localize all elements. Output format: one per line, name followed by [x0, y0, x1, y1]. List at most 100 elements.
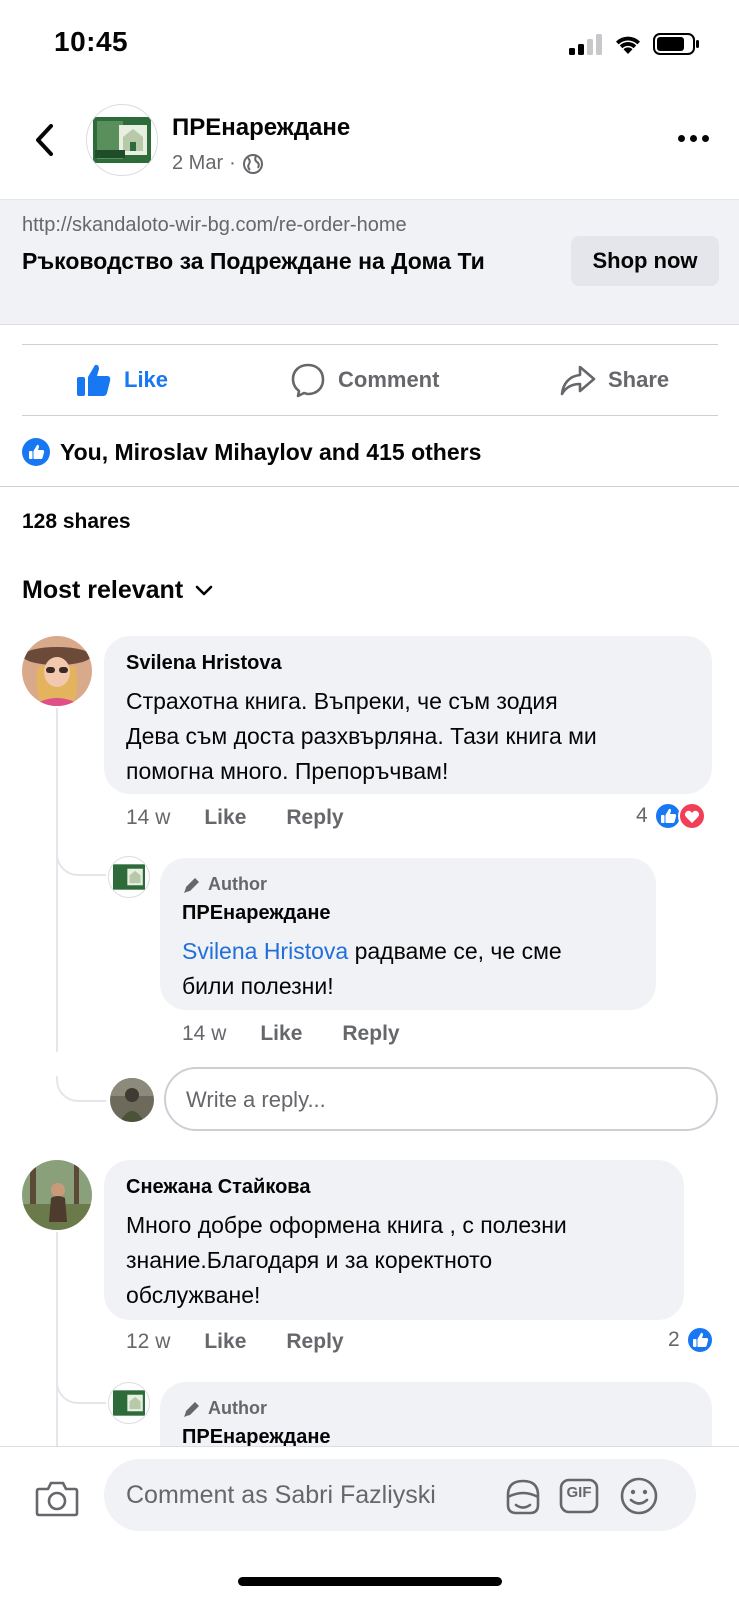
reply-input[interactable]: Write a reply... [164, 1067, 718, 1131]
comment-composer-bar: Comment as Sabri Fazliyski GIF [0, 1446, 739, 1600]
current-user-avatar [110, 1078, 154, 1122]
post-date[interactable]: 2 Mar [172, 152, 223, 175]
author-avatar[interactable] [108, 856, 150, 898]
reply-text-line: Svilena Hristova радваме се, че сме [182, 934, 562, 969]
reply-like-link[interactable]: Like [260, 1022, 302, 1046]
emoji-button[interactable] [616, 1473, 662, 1519]
comment-meta: 12 w Like Reply [126, 1330, 384, 1354]
comment-meta: 14 w Like Reply [126, 806, 384, 830]
reply-time[interactable]: 14 w [182, 1022, 226, 1046]
reply-text-rest: радваме се, че сме [348, 938, 562, 964]
comment-reply-link[interactable]: Reply [286, 1330, 343, 1354]
link-url: http://skandaloto-wir-bg.com/re-order-ho… [22, 214, 407, 236]
reply-reply-link[interactable]: Reply [342, 1022, 399, 1046]
back-button[interactable] [28, 120, 60, 160]
commenter-name[interactable]: Снежана Стайкова [126, 1176, 310, 1199]
share-arrow-icon [560, 365, 596, 396]
post-action-bar: Like Comment Share [22, 344, 718, 416]
user-photo-icon [22, 636, 92, 706]
author-avatar[interactable] [108, 1382, 150, 1424]
avatar-sticker-button[interactable] [500, 1473, 546, 1519]
comment-time[interactable]: 14 w [126, 806, 170, 830]
share-label: Share [608, 367, 670, 392]
comment-text-line: Много добре оформена книга , с полезни [126, 1212, 567, 1238]
chevron-down-icon [195, 585, 213, 595]
reply-connector [56, 1076, 106, 1102]
comment-like-link[interactable]: Like [204, 1330, 246, 1354]
battery-icon [653, 33, 699, 55]
reply-connector [56, 850, 106, 876]
comment-input[interactable]: Comment as Sabri Fazliyski GIF [104, 1459, 696, 1531]
status-icons [569, 32, 701, 56]
comment-text-line: помогна много. Препоръчвам! [126, 758, 449, 784]
chevron-left-icon [36, 124, 53, 156]
share-button[interactable]: Share [560, 345, 669, 415]
page-logo-icon [93, 117, 151, 163]
user-photo-icon [22, 1160, 92, 1230]
reply-meta: 14 w Like Reply [182, 1022, 440, 1046]
camera-button[interactable] [34, 1475, 80, 1521]
globe-icon [242, 153, 263, 174]
comment-reactions[interactable]: 2 [668, 1326, 714, 1354]
comment-placeholder: Comment as Sabri Fazliyski [126, 1481, 436, 1509]
pencil-icon [184, 1401, 199, 1417]
comment-text: Много добре оформена книга , с полезни з… [126, 1208, 567, 1313]
reaction-count: 4 [636, 804, 648, 827]
shares-count[interactable]: 128 shares [22, 510, 131, 534]
link-title: Ръководство за Подреждане на Дома Ти [22, 248, 485, 274]
comment-text: Страхотна книга. Въпреки, че съм зодия Д… [126, 684, 597, 789]
reactions-text: You, Miroslav Mihaylov and 415 others [60, 438, 482, 465]
link-preview-card[interactable]: http://skandaloto-wir-bg.com/re-order-ho… [0, 199, 739, 325]
like-button[interactable]: Like [76, 345, 168, 415]
like-label: Like [124, 367, 169, 392]
reply-bubble[interactable]: Author ПРЕнареждане Svilena Hristova рад… [160, 858, 656, 1010]
status-time: 10:45 [54, 26, 129, 57]
cellular-signal-icon [569, 34, 602, 55]
reply-text-line: били полезни! [182, 973, 334, 999]
like-reaction-icon [685, 1326, 714, 1354]
dot [689, 134, 697, 142]
comment-text-line: обслужване! [126, 1282, 261, 1308]
thumbs-up-icon [77, 364, 111, 396]
reply-author-name[interactable]: ПРЕнареждане [182, 902, 331, 925]
comment-reactions[interactable]: 4 [636, 802, 706, 830]
commenter-name[interactable]: Svilena Hristova [126, 652, 282, 675]
gif-button[interactable]: GIF [556, 1473, 602, 1519]
comment-time[interactable]: 12 w [126, 1330, 170, 1354]
wifi-icon [616, 36, 640, 54]
commenter-avatar[interactable] [22, 1160, 92, 1230]
shop-now-button[interactable]: Shop now [571, 236, 719, 286]
status-bar: 10:45 [0, 0, 739, 90]
smiley-icon [620, 1477, 658, 1515]
comment-bubble[interactable]: Снежана Стайкова Много добре оформена кн… [104, 1160, 684, 1320]
comment-text-line: Дева съм доста разхвърляна. Тази книга м… [126, 723, 597, 749]
comment-text-line: Страхотна книга. Въпреки, че съм зодия [126, 688, 558, 714]
thread-line [56, 1232, 58, 1446]
camera-icon [35, 1481, 79, 1517]
reply-text: Svilena Hristova радваме се, че сме били… [182, 934, 562, 1004]
mention-link[interactable]: Svilena Hristova [182, 938, 348, 964]
page-logo-icon [113, 1390, 145, 1416]
dot [701, 134, 709, 142]
home-indicator[interactable] [238, 1577, 502, 1586]
page-name[interactable]: ПРЕнареждане [172, 114, 350, 142]
post-meta: 2 Mar · [172, 152, 264, 175]
comment-like-link[interactable]: Like [204, 806, 246, 830]
commenter-avatar[interactable] [22, 636, 92, 706]
comment-bubble[interactable]: Svilena Hristova Страхотна книга. Въпрек… [104, 636, 712, 794]
pencil-icon [184, 877, 199, 893]
page-avatar[interactable] [86, 104, 158, 176]
comment-reply-link[interactable]: Reply [286, 806, 343, 830]
comment-label: Comment [338, 367, 440, 392]
author-badge: Author [182, 1398, 267, 1419]
page-logo-icon [113, 864, 145, 890]
more-options-button[interactable] [673, 126, 713, 150]
comment-button[interactable]: Comment [290, 345, 439, 415]
sort-dropdown[interactable]: Most relevant [22, 576, 213, 605]
meta-separator: · [229, 152, 236, 174]
reactions-summary[interactable]: You, Miroslav Mihaylov and 415 others [22, 432, 481, 472]
reaction-count: 2 [668, 1328, 680, 1351]
sort-label: Most relevant [22, 576, 184, 604]
author-badge-label: Author [208, 874, 267, 894]
reply-connector [56, 1378, 106, 1404]
